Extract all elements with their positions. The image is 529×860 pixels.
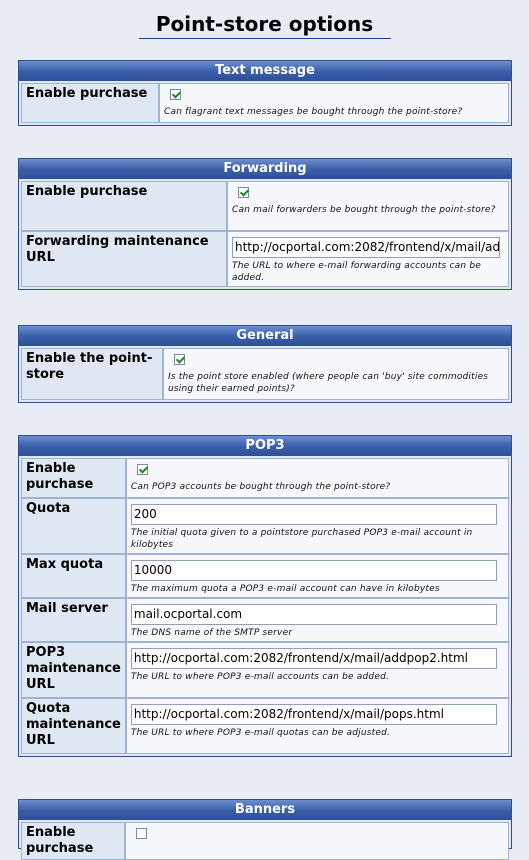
section-general: General Enable the point-store Is the po… xyxy=(18,325,512,403)
option-row: Enable purchase Can flagrant text messag… xyxy=(21,83,509,123)
enable-purchase-checkbox[interactable] xyxy=(136,464,148,475)
forwarding-url-input[interactable]: http://ocportal.com:2082/frontend/x/mail… xyxy=(232,237,500,258)
option-description: Is the point store enabled (where people… xyxy=(168,372,489,394)
option-row: Forwarding maintenance URL http://ocport… xyxy=(21,231,509,287)
option-label: POP3 maintenance URL xyxy=(21,642,126,698)
option-field: Can mail forwarders be bought through th… xyxy=(227,181,509,231)
section-header: Banners xyxy=(19,800,511,820)
option-description: Can POP3 accounts be bought through the … xyxy=(130,482,391,492)
option-row: Enable the point-store Is the point stor… xyxy=(21,348,509,400)
enable-purchase-checkbox[interactable] xyxy=(170,89,181,100)
option-row: Quota 200 The initial quota given to a p… xyxy=(21,498,509,554)
option-description: The initial quota given to a pointstore … xyxy=(130,528,473,550)
enable-point-store-checkbox[interactable] xyxy=(174,354,185,365)
option-label: Enable purchase xyxy=(21,181,227,231)
title-underline xyxy=(138,38,391,39)
pop3-url-input[interactable]: http://ocportal.com:2082/frontend/x/mail… xyxy=(130,648,497,669)
option-description: Can flagrant text messages be bought thr… xyxy=(164,107,463,117)
option-description: The DNS name of the SMTP server xyxy=(130,628,293,638)
option-field: Can POP3 accounts be bought through the … xyxy=(125,458,509,498)
section-banners: Banners Enable purchase xyxy=(18,799,512,860)
section-header: General xyxy=(19,326,511,346)
option-field: http://ocportal.com:2082/frontend/x/mail… xyxy=(227,231,509,287)
section-header: Forwarding xyxy=(19,159,511,179)
section-text-message: Text message Enable purchase Can flagran… xyxy=(18,60,512,126)
option-description: The URL to where POP3 e-mail quotas can … xyxy=(130,728,391,738)
option-label: Mail server xyxy=(21,598,126,642)
option-row: Enable purchase Can POP3 accounts be bou… xyxy=(21,458,509,498)
option-row: POP3 maintenance URL http://ocportal.com… xyxy=(21,642,509,698)
option-label: Quota maintenance URL xyxy=(21,698,126,754)
option-field: http://ocportal.com:2082/frontend/x/mail… xyxy=(125,642,509,698)
enable-purchase-checkbox[interactable] xyxy=(136,828,147,839)
section-forwarding: Forwarding Enable purchase Can mail forw… xyxy=(18,158,512,290)
page-title: Point-store options xyxy=(0,0,529,39)
option-field: 200 The initial quota given to a pointst… xyxy=(125,498,509,554)
option-description: The URL to where e-mail forwarding accou… xyxy=(232,261,481,283)
quota-input[interactable]: 200 xyxy=(130,504,497,525)
option-field: mail.ocportal.com The DNS name of the SM… xyxy=(125,598,509,642)
option-label: Enable purchase xyxy=(21,822,125,860)
option-label: Quota xyxy=(21,498,126,554)
option-label: Enable purchase xyxy=(21,458,126,498)
option-row: Max quota 10000 The maximum quota a POP3… xyxy=(21,554,509,598)
section-pop3: POP3 Enable purchase Can POP3 accounts b… xyxy=(18,435,512,757)
option-label: Forwarding maintenance URL xyxy=(21,231,227,287)
option-field xyxy=(125,822,509,860)
option-row: Quota maintenance URL http://ocportal.co… xyxy=(21,698,509,754)
option-label: Enable purchase xyxy=(21,83,159,123)
option-label: Max quota xyxy=(21,554,126,598)
section-header: Text message xyxy=(19,61,511,81)
option-row: Mail server mail.ocportal.com The DNS na… xyxy=(21,598,509,642)
page-title-text: Point-store options xyxy=(155,12,374,36)
option-field: 10000 The maximum quota a POP3 e-mail ac… xyxy=(125,554,509,598)
option-description: Can mail forwarders be bought through th… xyxy=(232,205,496,215)
mail-server-input[interactable]: mail.ocportal.com xyxy=(130,604,497,625)
enable-purchase-checkbox[interactable] xyxy=(238,187,249,198)
max-quota-input[interactable]: 10000 xyxy=(130,560,497,581)
option-field: Is the point store enabled (where people… xyxy=(163,348,509,400)
quota-url-input[interactable]: http://ocportal.com:2082/frontend/x/mail… xyxy=(130,704,497,725)
option-field: http://ocportal.com:2082/frontend/x/mail… xyxy=(125,698,509,754)
option-description: The URL to where POP3 e-mail accounts ca… xyxy=(130,672,390,682)
option-description: The maximum quota a POP3 e-mail account … xyxy=(130,584,440,594)
option-row: Enable purchase xyxy=(21,822,509,860)
option-row: Enable purchase Can mail forwarders be b… xyxy=(21,181,509,231)
section-header: POP3 xyxy=(19,436,511,456)
option-field: Can flagrant text messages be bought thr… xyxy=(159,83,509,123)
option-label: Enable the point-store xyxy=(21,348,163,400)
